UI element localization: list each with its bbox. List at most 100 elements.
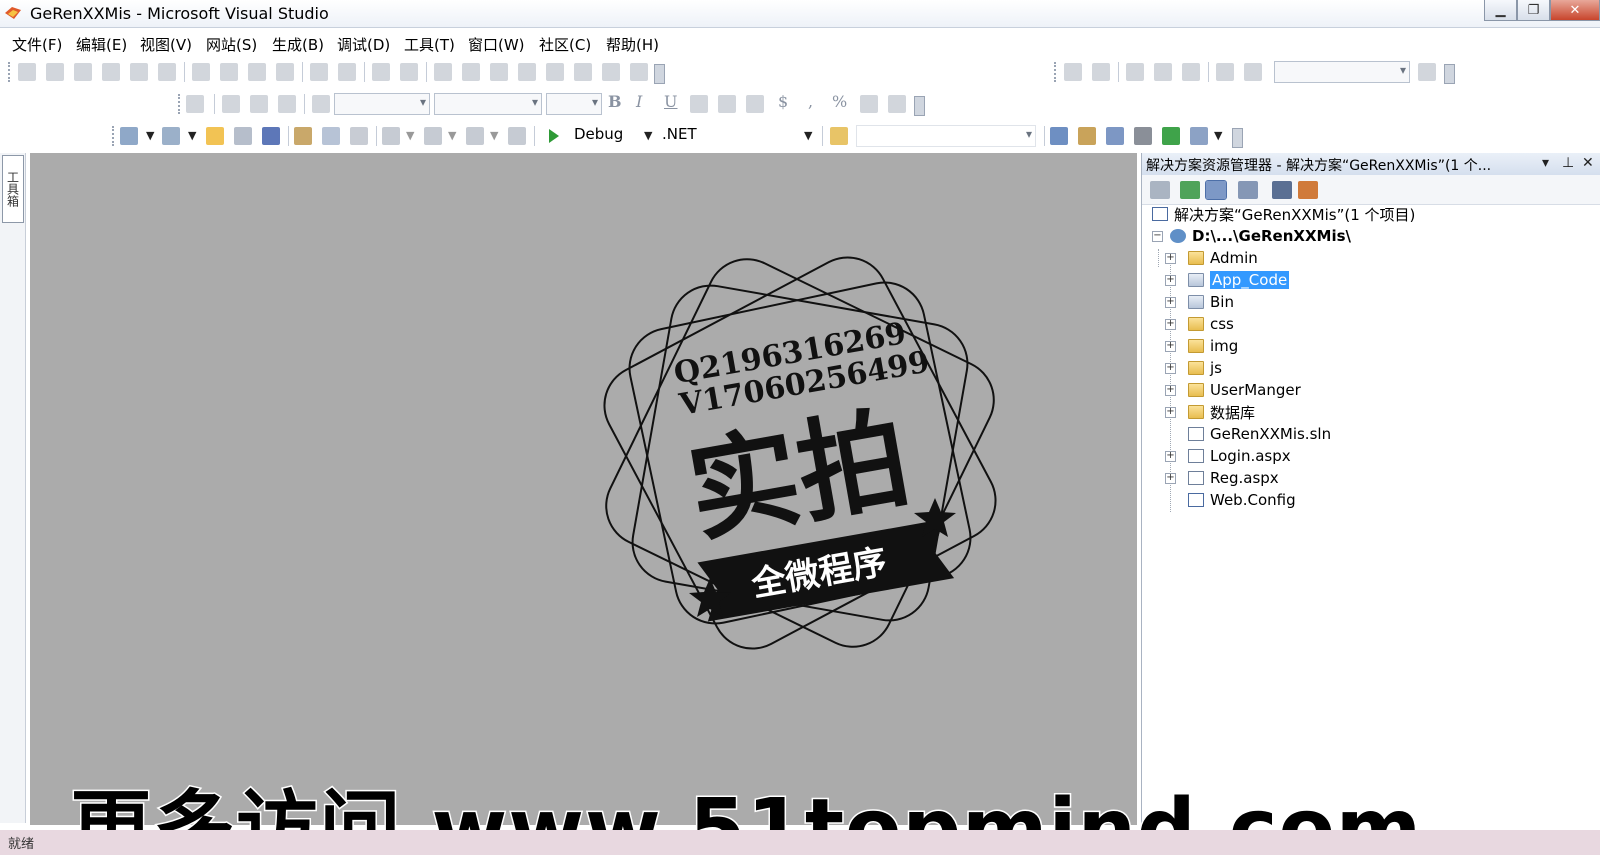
html-list-icon[interactable] [1154,63,1172,81]
tree-item-app-code[interactable]: App_Code [1188,269,1290,291]
align-right-icon[interactable] [746,95,764,113]
menu-community[interactable]: 社区(C) [539,34,591,55]
close-button[interactable]: ✕ [1550,0,1600,21]
toolbar-grip[interactable] [1054,62,1057,82]
tree-item-js[interactable]: js [1188,357,1222,379]
bold-button[interactable]: B [608,92,622,111]
menu-build[interactable]: 生成(B) [272,34,324,55]
paste-icon[interactable] [350,127,368,145]
increase-decimal-icon[interactable] [860,95,878,113]
menu-file[interactable]: 文件(F) [12,34,62,55]
html-outdent-icon[interactable] [1092,63,1110,81]
align-lefts-icon[interactable] [18,63,36,81]
object-browser-icon[interactable] [1106,127,1124,145]
decrease-spacing-icon[interactable] [400,63,418,81]
project-node[interactable]: D:\...\GeRenXXMis\ [1170,225,1351,247]
html-wrap-icon[interactable] [1244,63,1262,81]
expand-icon[interactable]: + [1165,407,1176,418]
center-horizontally-icon[interactable] [434,63,452,81]
toolbar-grip[interactable] [112,126,115,146]
chevron-down-icon[interactable]: ▼ [146,129,154,142]
tree-item-reg[interactable]: Reg.aspx [1188,467,1279,489]
redo-icon[interactable] [424,127,442,145]
save-all-icon[interactable] [262,127,280,145]
toolbar-grip[interactable] [8,62,11,82]
add-new-item-icon[interactable] [120,127,138,145]
copy-website-icon[interactable] [1272,181,1292,199]
align-left-icon[interactable] [690,95,708,113]
open-file-icon[interactable] [206,127,224,145]
minimize-button[interactable]: ▁ [1484,0,1517,21]
send-to-back-icon[interactable] [518,63,536,81]
tree-item-login[interactable]: Login.aspx [1188,445,1291,467]
tree-item-webconfig[interactable]: Web.Config [1188,489,1296,511]
toolbar-overflow-button[interactable] [654,64,665,84]
percent-button[interactable]: % [832,92,847,111]
block-format-icon[interactable] [186,95,204,113]
toolbox-tab[interactable]: 工具箱 [2,155,24,223]
solution-platform-combo[interactable]: .NET [662,125,697,143]
tree-item-admin[interactable]: Admin [1188,247,1258,269]
editor-area[interactable]: Q2196316269 V17060256499 实拍 全微程序 [30,153,1137,825]
copy-icon[interactable] [322,127,340,145]
expand-icon[interactable]: + [1165,297,1176,308]
tree-item-img[interactable]: img [1188,335,1238,357]
menu-help[interactable]: 帮助(H) [606,34,659,55]
expand-icon[interactable]: + [1165,363,1176,374]
center-vertically-icon[interactable] [462,63,480,81]
chevron-down-icon[interactable]: ▼ [1214,129,1222,142]
toolbar-overflow-button[interactable] [1232,128,1243,148]
align-center-icon[interactable] [718,95,736,113]
decrease-decimal-icon[interactable] [888,95,906,113]
toolbar-overflow-button[interactable] [1444,64,1455,84]
save-icon[interactable] [234,127,252,145]
expand-icon[interactable]: + [1165,275,1176,286]
properties-icon[interactable] [1150,181,1170,199]
start-page-icon[interactable] [1162,127,1180,145]
grid-icon[interactable] [602,63,620,81]
html-indent-icon[interactable] [1064,63,1082,81]
style-builder-icon[interactable] [222,95,240,113]
find-in-files-icon[interactable] [830,127,848,145]
command-window-icon[interactable] [1190,127,1208,145]
window-position-icon[interactable]: ▾ [1542,155,1549,171]
start-debugging-icon[interactable] [548,128,560,144]
solution-node[interactable]: 解决方案“GeRenXXMis”(1 个项目) [1152,203,1415,225]
align-bottoms-icon[interactable] [158,63,176,81]
html-align-icon[interactable] [1216,63,1234,81]
toolbox-icon[interactable] [1134,127,1152,145]
html-format-icon[interactable] [1126,63,1144,81]
html-target-combo[interactable] [1274,61,1410,83]
block-format-combo[interactable] [334,93,430,115]
new-website-icon[interactable] [162,127,180,145]
target-rule-icon[interactable] [312,95,330,113]
size-to-grid-icon[interactable] [276,63,294,81]
comment-icon[interactable] [630,63,648,81]
align-rights-icon[interactable] [74,63,92,81]
chevron-down-icon[interactable]: ▼ [490,129,498,142]
align-middles-icon[interactable] [130,63,148,81]
align-tops-icon[interactable] [102,63,120,81]
undo-icon[interactable] [382,127,400,145]
nest-related-files-icon[interactable] [1205,180,1227,200]
validate-icon[interactable] [1418,63,1436,81]
find-combo[interactable] [856,125,1036,147]
currency-button[interactable]: $ [778,92,788,111]
align-centers-icon[interactable] [46,63,64,81]
underline-button[interactable]: U [664,92,677,111]
menu-edit[interactable]: 编辑(E) [76,34,127,55]
make-same-height-icon[interactable] [220,63,238,81]
bring-to-front-icon[interactable] [490,63,508,81]
menu-view[interactable]: 视图(V) [140,34,192,55]
asp-net-configuration-icon[interactable] [1298,181,1318,199]
html-block-icon[interactable] [1182,63,1200,81]
expand-icon[interactable]: + [1165,253,1176,264]
navigate-backward-icon[interactable] [466,127,484,145]
solution-explorer-icon[interactable] [1050,127,1068,145]
tree-item-sln[interactable]: GeRenXXMis.sln [1188,423,1331,445]
expand-icon[interactable]: + [1165,341,1176,352]
maximize-button[interactable]: ❐ [1517,0,1550,21]
toolbar-overflow-button[interactable] [914,96,925,116]
expand-icon[interactable]: + [1165,319,1176,330]
new-style-icon[interactable] [250,95,268,113]
